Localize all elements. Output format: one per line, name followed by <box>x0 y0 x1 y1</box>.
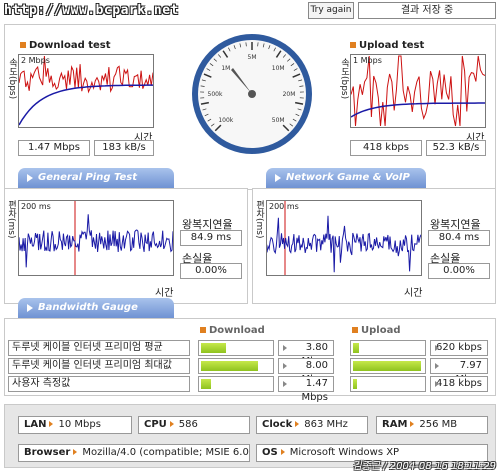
ping-graph-svg <box>18 201 174 275</box>
arrow-right-icon <box>410 421 415 427</box>
gauge-tick-label: 10M <box>272 65 285 72</box>
download-ymax: 2 Mbps <box>21 56 50 65</box>
try-again-button[interactable]: Try again <box>308 2 354 19</box>
game-graph-svg <box>266 201 422 275</box>
download-bar-fill <box>201 379 211 389</box>
download-bar <box>198 358 274 374</box>
gauge-tick-label: 1M <box>221 65 230 72</box>
upload-speed: 418 kbps <box>350 140 422 156</box>
square-icon <box>352 327 358 333</box>
game-loss: 0.00% <box>428 263 490 279</box>
game-xlabel: 시간 <box>404 288 423 299</box>
upload-series-line <box>350 55 486 127</box>
bandwidth-upload-header: Upload <box>352 325 400 336</box>
arrow-right-icon <box>295 421 300 427</box>
download-bar <box>198 340 274 356</box>
download-value: 8.00 Mbps <box>278 358 334 385</box>
ping-graph <box>18 200 174 276</box>
tab-general-ping-test[interactable]: General Ping Test <box>18 168 174 188</box>
upload-graph <box>350 54 486 128</box>
gauge-svg: 100k 500k 1M 5M 10M 20M 50M <box>192 34 312 154</box>
download-bar-fill <box>201 343 226 353</box>
ping-loss: 0.00% <box>180 263 242 279</box>
game-series-line <box>266 215 422 273</box>
gauge-tick-label: 5M <box>248 54 257 61</box>
gauge-tick-label: 50M <box>272 117 285 124</box>
square-icon <box>200 327 206 333</box>
save-status: 결과 저장 중 <box>358 2 496 19</box>
upload-bar <box>350 358 426 374</box>
download-value: 1.47 Mbps <box>278 376 334 403</box>
footer-timestamp: 김종근 / 2004-08-16 18:11:29 <box>352 461 496 472</box>
arrow-right-icon <box>275 174 281 182</box>
arrow-right-icon <box>280 449 285 455</box>
upload-bar-fill <box>353 361 421 371</box>
game-graph <box>266 200 422 276</box>
lan-info: LAN 10 Mbps <box>18 416 132 434</box>
download-bytes: 183 kB/s <box>94 140 154 156</box>
cpu-info: CPU 586 <box>138 416 250 434</box>
browser-info: Browser Mozilla/4.0 (compatible; MSIE 6.0 <box>18 444 250 462</box>
upload-bytes: 52.3 kB/s <box>426 140 486 156</box>
download-graph <box>18 54 154 128</box>
arrow-right-icon <box>435 363 439 369</box>
arrow-right-icon <box>283 345 287 351</box>
ping-series-line <box>18 214 174 268</box>
ping-latency: 84.9 ms <box>180 230 242 246</box>
clock-info: Clock 863 MHz <box>256 416 368 434</box>
download-average-line <box>18 84 153 126</box>
upload-value: 620 kbps <box>430 340 488 356</box>
bandwidth-row-label: 두루넷 케이블 인터넷 프리미엄 최대값 <box>8 358 190 374</box>
upload-value: 7.97 Mbps <box>430 358 488 385</box>
game-ymax: 200 ms <box>269 202 299 211</box>
bandwidth-download-header: Download <box>200 325 265 336</box>
upload-graph-svg <box>350 55 486 127</box>
arrow-right-icon <box>283 381 287 387</box>
speed-gauge: 100k 500k 1M 5M 10M 20M 50M <box>190 32 314 156</box>
arrow-right-icon <box>27 174 33 182</box>
arrow-right-icon <box>73 449 78 455</box>
ram-info: RAM 256 MB <box>376 416 488 434</box>
arrow-right-icon <box>283 363 287 369</box>
ping-ylabel: 편차(ms) <box>6 200 16 239</box>
upload-bar <box>350 340 426 356</box>
square-icon <box>350 42 356 48</box>
bandwidth-row-label: 두루넷 케이블 인터넷 프리미엄 평균 <box>8 340 190 356</box>
upload-ymax: 1 Mbps <box>353 56 382 65</box>
site-url: http://www.bcpark.net <box>4 3 179 18</box>
download-title: Download test <box>20 40 111 51</box>
upload-bar-fill <box>353 379 357 389</box>
gauge-tick-label: 100k <box>218 117 233 124</box>
download-bar-fill <box>201 361 259 371</box>
square-icon <box>20 42 26 48</box>
download-graph-svg <box>18 55 154 126</box>
game-ylabel: 편차(ms) <box>254 200 264 239</box>
download-bar <box>198 376 274 392</box>
gauge-tick-label: 20M <box>283 91 296 98</box>
arrow-right-icon <box>27 304 33 312</box>
download-value: 3.80 Mbps <box>278 340 334 367</box>
upload-bar-fill <box>353 343 359 353</box>
arrow-right-icon <box>435 381 439 387</box>
upload-bar <box>350 376 426 392</box>
arrow-right-icon <box>49 421 54 427</box>
game-latency: 80.4 ms <box>428 230 490 246</box>
upload-value: 418 kbps <box>430 376 488 392</box>
upload-title: Upload test <box>350 40 424 51</box>
ping-xlabel: 시간 <box>155 288 174 299</box>
download-speed: 1.47 Mbps <box>18 140 90 156</box>
tab-bandwidth-gauge[interactable]: Bandwidth Gauge <box>18 298 174 318</box>
gauge-tick-label: 500k <box>208 91 223 98</box>
tab-network-game-voip-test[interactable]: Network Game & VoIP Test <box>266 168 426 203</box>
arrow-right-icon <box>435 345 439 351</box>
arrow-right-icon <box>169 421 174 427</box>
bandwidth-row-label: 사용자 측정값 <box>8 376 190 392</box>
ping-ymax: 200 ms <box>21 202 51 211</box>
